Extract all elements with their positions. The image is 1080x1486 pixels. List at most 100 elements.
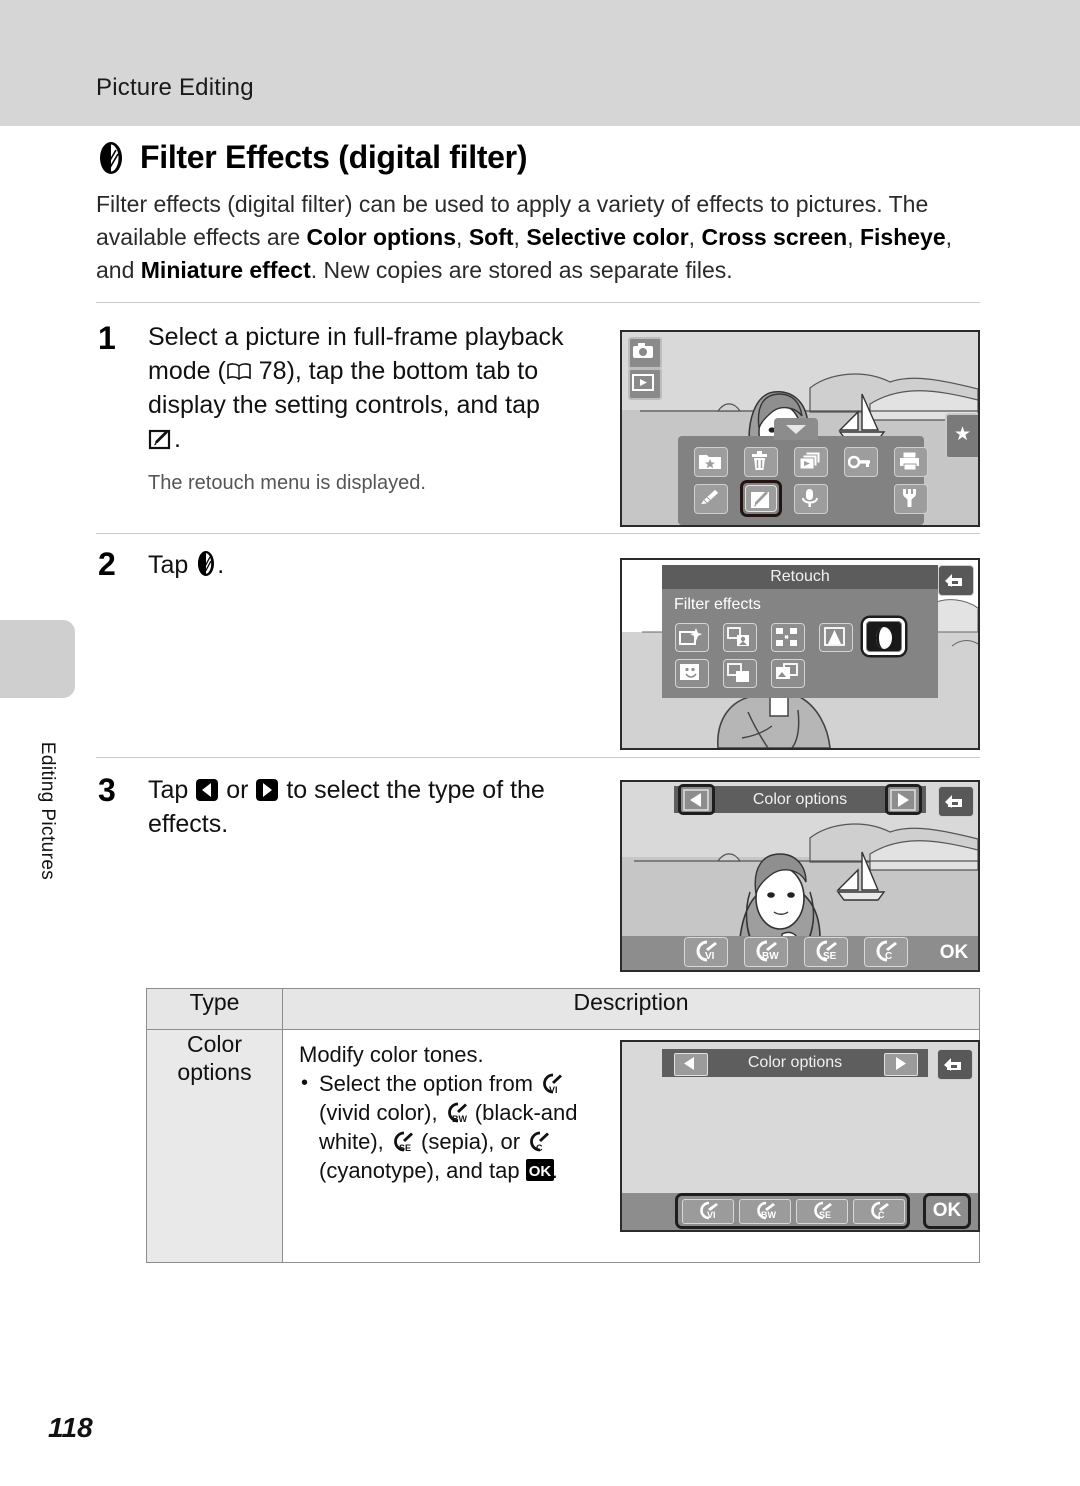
- voice-memo-icon[interactable]: [794, 484, 828, 514]
- table-cell-type: Color options: [146, 1029, 283, 1263]
- sep-4: ,: [847, 224, 860, 250]
- slideshow-icon[interactable]: [794, 447, 828, 477]
- color-option-button-group-highlight[interactable]: VI BW SE C: [675, 1193, 910, 1229]
- glamour-retouch-icon[interactable]: [675, 659, 709, 688]
- svg-text:SE: SE: [823, 951, 837, 962]
- desc-b-e: (cyanotype), and tap: [319, 1158, 526, 1183]
- ok-button[interactable]: OK: [935, 939, 973, 967]
- back-arrow-icon[interactable]: [938, 565, 974, 596]
- small-picture-icon[interactable]: [771, 623, 805, 652]
- effect-name-color-options: Color options: [306, 224, 457, 250]
- back-arrow-icon[interactable]: [938, 786, 974, 817]
- black-border-icon[interactable]: [723, 659, 757, 688]
- left-arrow-icon[interactable]: [674, 1053, 708, 1076]
- intro-text-b: . New copies are stored as separate file…: [310, 257, 733, 283]
- step-1-note: The retouch menu is displayed.: [148, 472, 426, 494]
- desc-b-d: (sepia), or: [414, 1129, 527, 1154]
- svg-text:VI: VI: [705, 951, 715, 962]
- filter-effects-icon-highlight[interactable]: [863, 618, 905, 655]
- quick-retouch-icon[interactable]: [819, 623, 853, 652]
- step-1-text-c: .: [174, 425, 181, 453]
- svg-text:SE: SE: [399, 1143, 411, 1153]
- step-2-text-c: .: [217, 551, 225, 579]
- color-option-bw-button[interactable]: BW: [739, 1199, 791, 1224]
- filter-effects-icon: [96, 141, 126, 175]
- desc-b-f: .: [551, 1158, 558, 1183]
- setup-icon[interactable]: [894, 484, 928, 514]
- right-arrow-icon: [255, 777, 279, 801]
- svg-text:OK: OK: [528, 1163, 551, 1180]
- color-option-vivid-button[interactable]: VI: [682, 1199, 734, 1224]
- color-option-sepia-button[interactable]: SE: [796, 1199, 848, 1224]
- page-number: 118: [48, 1412, 93, 1443]
- table-header-description: Description: [282, 988, 980, 1030]
- effect-name-soft: Soft: [468, 224, 514, 250]
- effect-name-cross-screen: Cross screen: [701, 224, 848, 250]
- section-heading: Filter Effects (digital filter): [96, 139, 527, 176]
- step-3-text-mid: or: [219, 776, 256, 804]
- retouch-icon-highlight[interactable]: [740, 480, 782, 517]
- vivid-color-icon: VI: [539, 1071, 564, 1096]
- sepia-icon: SE: [390, 1129, 415, 1154]
- chapter-tab-label: Editing Pictures: [37, 741, 58, 881]
- book-reference-icon: [226, 356, 252, 381]
- sep-3: ,: [688, 224, 702, 250]
- svg-text:VI: VI: [549, 1085, 558, 1095]
- desc-b-b: (vivid color),: [319, 1100, 444, 1125]
- svg-text:C: C: [536, 1143, 543, 1153]
- step-1-page-ref: 78: [258, 357, 287, 385]
- color-option-vivid-button[interactable]: VI: [684, 937, 728, 967]
- retouch-dialog-title: Retouch: [662, 565, 938, 589]
- ok-button[interactable]: OK: [923, 1193, 971, 1229]
- sep-2: ,: [513, 224, 527, 250]
- step-3-text-a: Tap: [148, 776, 196, 804]
- right-arrow-icon[interactable]: [885, 784, 922, 815]
- black-and-white-icon: BW: [444, 1100, 469, 1125]
- color-option-cyanotype-button[interactable]: C: [853, 1199, 905, 1224]
- effect-name-selective-color: Selective color: [526, 224, 689, 250]
- image-overlay-icon[interactable]: [771, 659, 805, 688]
- right-arrow-icon[interactable]: [884, 1053, 918, 1076]
- svg-text:BW: BW: [762, 951, 779, 962]
- svg-text:BW: BW: [452, 1114, 467, 1124]
- screen-playback-setting-controls: ★: [620, 330, 980, 527]
- favorites-tab[interactable]: ★: [945, 413, 978, 459]
- divider-step1: [96, 533, 980, 534]
- desc-line-1: Modify color tones.: [299, 1042, 484, 1067]
- panel-tab-handle[interactable]: [774, 418, 818, 440]
- running-head-band: [0, 0, 1080, 126]
- color-option-cyanotype-button[interactable]: C: [864, 937, 908, 967]
- table-header-type: Type: [146, 988, 283, 1030]
- desc-b-a: Select the option from: [319, 1071, 540, 1096]
- ok-icon: OK: [525, 1159, 554, 1181]
- back-arrow-icon[interactable]: [937, 1049, 973, 1080]
- screen-retouch-menu: Retouch Filter effects: [620, 558, 980, 750]
- page-title: Filter Effects (digital filter): [140, 139, 528, 175]
- retouch-icon: [148, 427, 174, 451]
- divider-top: [96, 302, 980, 303]
- d-lighting-icon[interactable]: [723, 623, 757, 652]
- cyanotype-icon: C: [526, 1129, 551, 1154]
- sep-1: ,: [456, 224, 469, 250]
- color-option-bw-button[interactable]: BW: [744, 937, 788, 967]
- filter-effects-label: Filter effects: [674, 596, 761, 613]
- paint-icon[interactable]: [694, 484, 728, 514]
- svg-text:BW: BW: [761, 1210, 776, 1220]
- step-1-number: 1: [98, 320, 116, 356]
- skin-softening-icon[interactable]: [675, 623, 709, 652]
- screen3-bottom-bar: [622, 936, 978, 970]
- chapter-tab-block: [0, 620, 75, 698]
- favorites-icon[interactable]: [694, 447, 728, 477]
- color-option-sepia-button[interactable]: SE: [804, 937, 848, 967]
- screen-color-options-table-preview: Color options VI BW SE C OK: [620, 1040, 980, 1232]
- left-arrow-icon[interactable]: [678, 784, 715, 815]
- delete-icon[interactable]: [744, 447, 778, 477]
- shooting-mode-icon[interactable]: [628, 337, 662, 369]
- screen-color-options-preview: Color options VI BW SE C OK: [620, 780, 980, 972]
- svg-text:VI: VI: [707, 1210, 716, 1220]
- step-3-text: Tap or to select the type of the effects…: [148, 773, 578, 841]
- protect-icon[interactable]: [844, 447, 878, 477]
- playback-mode-icon[interactable]: [628, 368, 662, 400]
- desc-bullet-1: Select the option from VI (vivid color),…: [299, 1069, 599, 1185]
- print-icon[interactable]: [894, 447, 928, 477]
